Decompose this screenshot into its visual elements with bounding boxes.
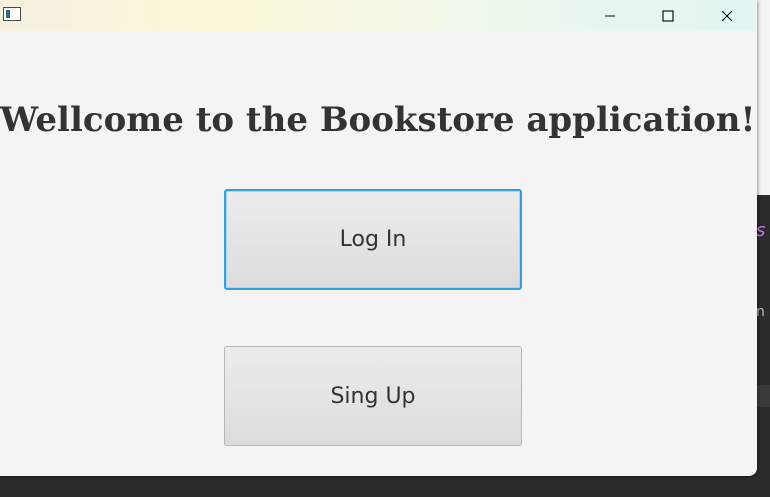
login-button[interactable]: Log In [224, 189, 522, 290]
login-button-label: Log In [339, 227, 407, 252]
background-editor-strip [757, 0, 770, 497]
title-bar[interactable] [0, 0, 757, 31]
close-icon [721, 10, 733, 21]
signup-button-label: Sing Up [330, 383, 416, 409]
maximize-icon [662, 9, 674, 22]
background-text-fragment: n [756, 304, 765, 320]
welcome-heading: Wellcome to the Bookstore application! [0, 100, 756, 140]
app-window: Wellcome to the Bookstore application! L… [0, 0, 757, 476]
background-text-fragment: s [756, 220, 766, 241]
app-icon [3, 7, 21, 21]
maximize-button[interactable] [645, 0, 691, 31]
signup-button[interactable]: Sing Up [224, 346, 522, 446]
background-panel [757, 0, 770, 195]
close-button[interactable] [704, 0, 750, 31]
minimize-icon [605, 15, 615, 16]
minimize-button[interactable] [587, 0, 633, 31]
background-panel-bar [757, 385, 770, 407]
